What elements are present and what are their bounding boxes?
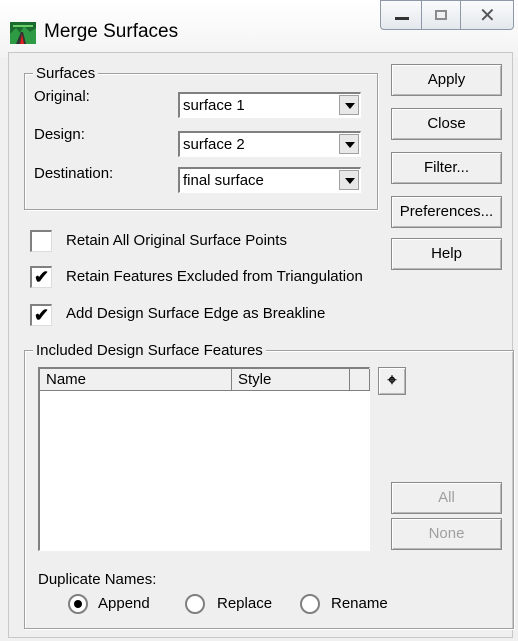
duplicate-names-label: Duplicate Names: <box>38 571 157 588</box>
retain-features-checkbox[interactable]: ✔ <box>30 266 52 288</box>
pick-feature-button[interactable]: ⌖ <box>378 367 406 395</box>
rename-radio[interactable] <box>300 594 320 614</box>
features-group-legend: Included Design Surface Features <box>33 342 266 359</box>
maximize-button[interactable] <box>421 0 461 30</box>
close-dialog-button[interactable]: Close <box>391 108 502 140</box>
destination-surface-value: final surface <box>183 172 264 189</box>
retain-all-points-label: Retain All Original Surface Points <box>66 232 287 249</box>
destination-label: Destination: <box>34 165 114 182</box>
surface-landscape-icon <box>10 22 36 44</box>
chevron-down-icon[interactable] <box>339 134 359 154</box>
maximize-icon <box>435 10 447 20</box>
filter-button[interactable]: Filter... <box>391 152 502 184</box>
select-none-button[interactable]: None <box>391 518 502 550</box>
merge-surfaces-window: Merge Surfaces ✕ Surfaces Original: surf… <box>0 0 518 641</box>
append-radio[interactable] <box>68 594 88 614</box>
retain-all-points-checkbox[interactable] <box>30 230 52 252</box>
add-edge-breakline-label: Add Design Surface Edge as Breakline <box>66 305 326 322</box>
replace-radio[interactable] <box>185 594 205 614</box>
design-surface-select[interactable]: surface 2 <box>178 131 361 157</box>
column-header-style[interactable]: Style <box>232 369 350 391</box>
original-label: Original: <box>34 88 90 105</box>
column-header-name[interactable]: Name <box>40 369 232 391</box>
help-button[interactable]: Help <box>391 238 502 270</box>
select-all-button[interactable]: All <box>391 482 502 514</box>
append-label: Append <box>98 595 150 612</box>
design-label: Design: <box>34 126 85 143</box>
replace-label: Replace <box>217 595 273 612</box>
original-surface-value: surface 1 <box>183 97 245 114</box>
crosshair-pick-icon: ⌖ <box>387 372 397 389</box>
retain-features-label: Retain Features Excluded from Triangulat… <box>66 268 363 285</box>
chevron-down-icon[interactable] <box>339 95 359 115</box>
window-title: Merge Surfaces <box>44 21 179 42</box>
minimize-icon <box>395 17 409 20</box>
features-list[interactable]: Name Style <box>38 367 370 551</box>
title-bar: Merge Surfaces ✕ <box>0 0 518 58</box>
column-header-extra[interactable] <box>350 369 370 391</box>
close-icon: ✕ <box>479 5 496 27</box>
apply-button[interactable]: Apply <box>391 64 502 96</box>
preferences-button[interactable]: Preferences... <box>391 196 502 228</box>
original-surface-select[interactable]: surface 1 <box>178 92 361 118</box>
minimize-button[interactable] <box>380 0 422 30</box>
add-edge-breakline-checkbox[interactable]: ✔ <box>30 304 52 326</box>
rename-label: Rename <box>331 595 388 612</box>
close-button[interactable]: ✕ <box>460 0 514 30</box>
chevron-down-icon[interactable] <box>339 170 359 190</box>
surfaces-group-legend: Surfaces <box>33 65 99 82</box>
destination-surface-select[interactable]: final surface <box>178 167 361 193</box>
design-surface-value: surface 2 <box>183 136 245 153</box>
